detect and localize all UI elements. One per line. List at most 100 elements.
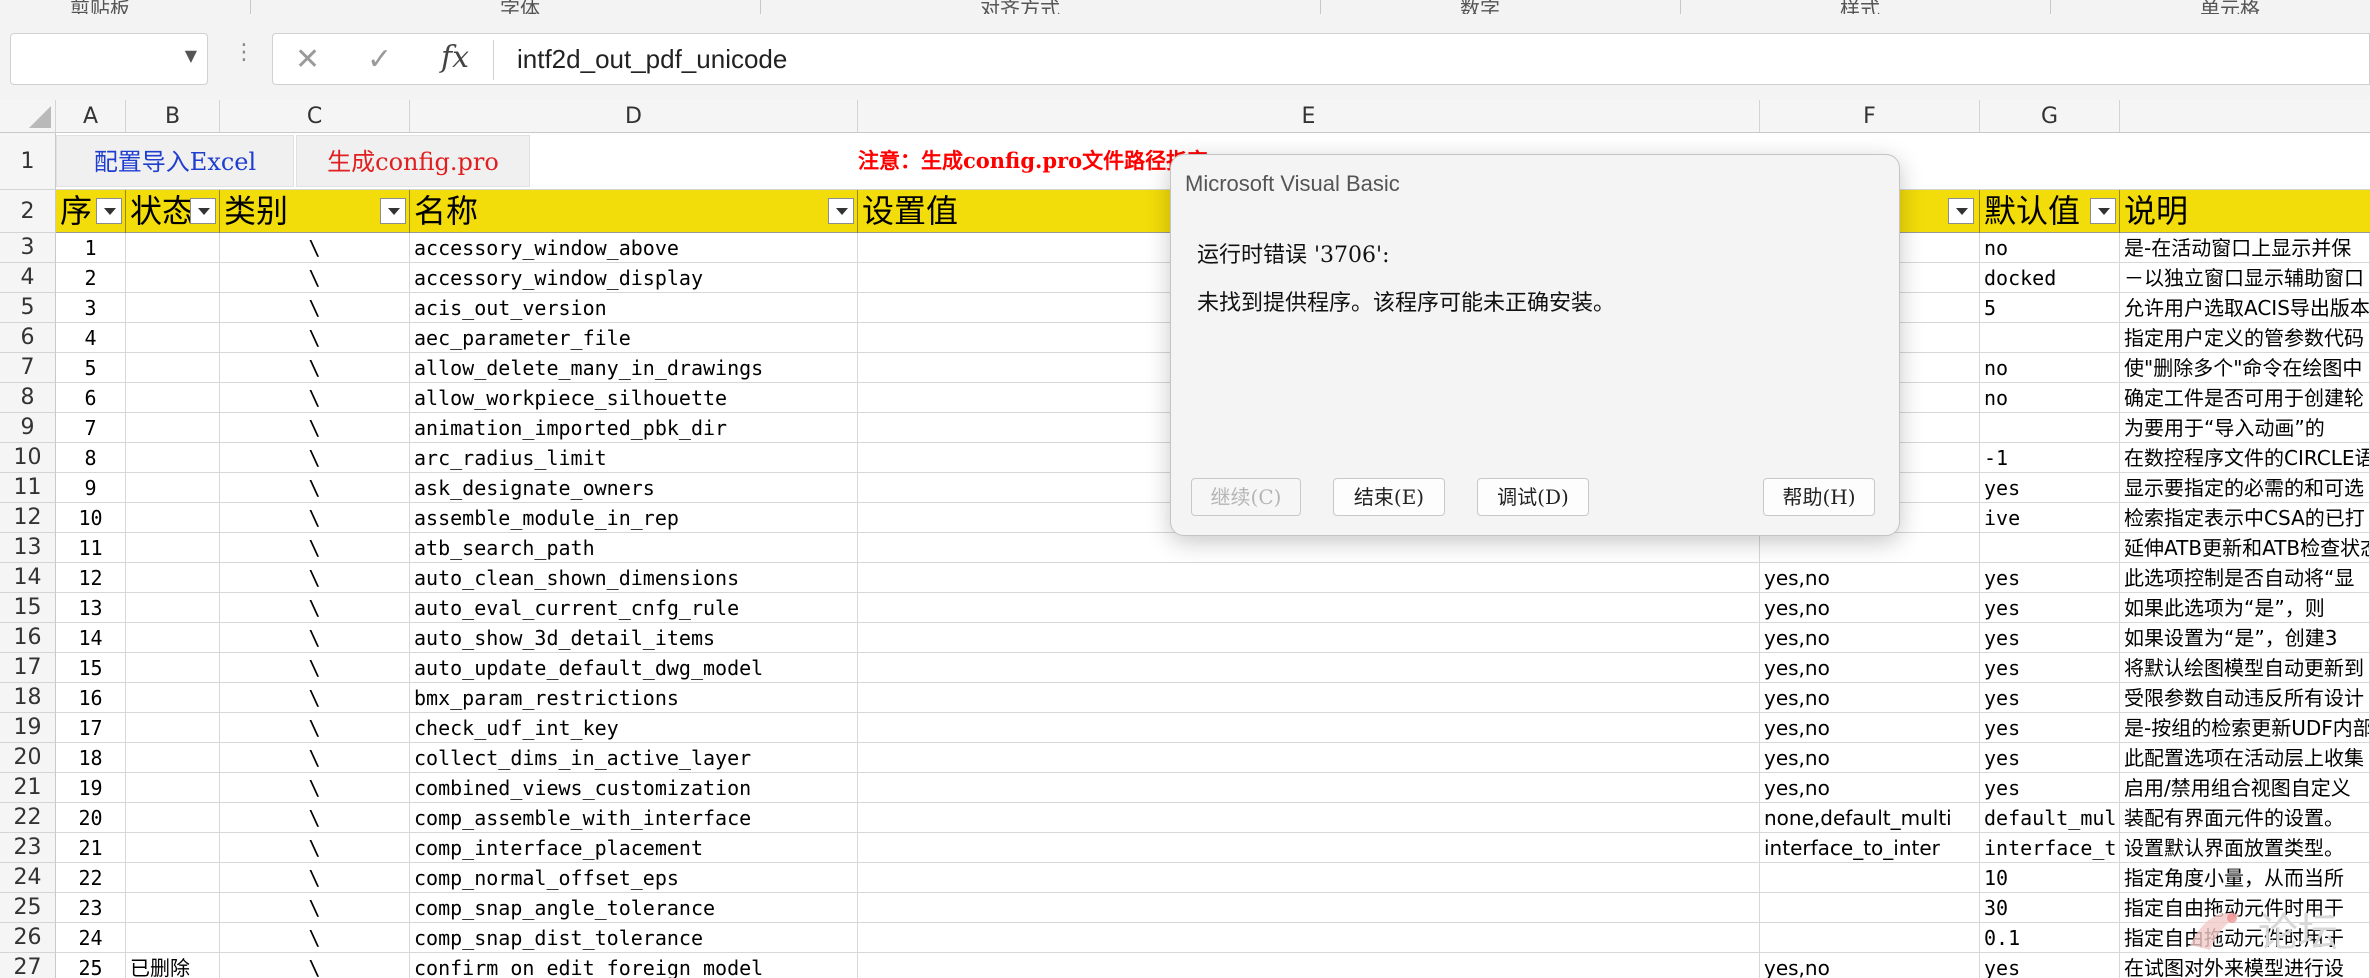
cell-value[interactable] — [858, 593, 1760, 623]
function-icon[interactable]: fx — [441, 40, 469, 75]
cell-status[interactable] — [126, 923, 220, 953]
cell-value[interactable] — [858, 653, 1760, 683]
row-header[interactable]: 15 — [0, 593, 56, 623]
cell-category[interactable]: \ — [220, 473, 410, 503]
cell-name[interactable]: acis_out_version — [410, 293, 858, 323]
cell-status[interactable] — [126, 443, 220, 473]
cell-category[interactable]: \ — [220, 623, 410, 653]
cell-name[interactable]: animation_imported_pbk_dir — [410, 413, 858, 443]
select-all-corner[interactable] — [0, 100, 56, 133]
cell-description[interactable]: 是-按组的检索更新UDF内部 — [2120, 713, 2370, 743]
row-header[interactable]: 13 — [0, 533, 56, 563]
cell-seq[interactable]: 24 — [56, 923, 126, 953]
cell-default[interactable]: -1 — [1980, 443, 2120, 473]
row-header[interactable]: 21 — [0, 773, 56, 803]
cell-options[interactable]: yes,no — [1760, 623, 1980, 653]
cell-description[interactable]: 是-在活动窗口上显示并保 — [2120, 233, 2370, 263]
generate-config-button[interactable]: 生成config.pro — [296, 135, 530, 187]
cell-category[interactable]: \ — [220, 503, 410, 533]
column-header-f[interactable]: F — [1760, 100, 1980, 133]
cell-name[interactable]: comp_snap_dist_tolerance — [410, 923, 858, 953]
cell-status[interactable] — [126, 713, 220, 743]
cell-category[interactable]: \ — [220, 953, 410, 978]
cell-default[interactable] — [1980, 323, 2120, 353]
cell-name[interactable]: aec_parameter_file — [410, 323, 858, 353]
cell-status[interactable] — [126, 233, 220, 263]
row-header[interactable]: 11 — [0, 473, 56, 503]
cell-default[interactable]: no — [1980, 233, 2120, 263]
chevron-down-icon[interactable]: ▼ — [185, 46, 197, 65]
cell-seq[interactable]: 25 — [56, 953, 126, 978]
cell-status[interactable] — [126, 773, 220, 803]
cell-status[interactable] — [126, 593, 220, 623]
cell-options[interactable]: yes,no — [1760, 773, 1980, 803]
cell-seq[interactable]: 19 — [56, 773, 126, 803]
cell-category[interactable]: \ — [220, 353, 410, 383]
cell-status[interactable] — [126, 323, 220, 353]
cell-default[interactable]: yes — [1980, 683, 2120, 713]
row-header[interactable]: 7 — [0, 353, 56, 383]
cell-default[interactable] — [1980, 413, 2120, 443]
cell-description[interactable]: －以独立窗口显示辅助窗口 — [2120, 263, 2370, 293]
cell-name[interactable]: auto_clean_shown_dimensions — [410, 563, 858, 593]
cell-seq[interactable]: 23 — [56, 893, 126, 923]
cell-value[interactable] — [858, 533, 1760, 563]
column-header-b[interactable]: B — [126, 100, 220, 133]
cell-status[interactable] — [126, 743, 220, 773]
cell-description[interactable]: 启用/禁用组合视图自定义 — [2120, 773, 2370, 803]
cell-description[interactable]: 使"删除多个"命令在绘图中 — [2120, 353, 2370, 383]
cell-options[interactable] — [1760, 533, 1980, 563]
cell-category[interactable]: \ — [220, 923, 410, 953]
row-header[interactable]: 27 — [0, 953, 56, 978]
cell-default[interactable]: no — [1980, 353, 2120, 383]
filter-dropdown-icon[interactable] — [828, 198, 854, 224]
cell-seq[interactable]: 7 — [56, 413, 126, 443]
cell-options[interactable]: yes,no — [1760, 683, 1980, 713]
cell-description[interactable]: 允许用户选取ACIS导出版本 — [2120, 293, 2370, 323]
cell-seq[interactable]: 13 — [56, 593, 126, 623]
cell-description[interactable]: 如果此选项为“是”，则 — [2120, 593, 2370, 623]
column-header-h[interactable] — [2120, 100, 2370, 133]
cell-name[interactable]: auto_show_3d_detail_items — [410, 623, 858, 653]
cell-status[interactable] — [126, 503, 220, 533]
cell-name[interactable]: confirm_on_edit_foreign_model — [410, 953, 858, 978]
cell-description[interactable]: 设置默认界面放置类型。 — [2120, 833, 2370, 863]
cell-category[interactable]: \ — [220, 893, 410, 923]
cell-name[interactable]: allow_workpiece_silhouette — [410, 383, 858, 413]
column-header-a[interactable]: A — [56, 100, 126, 133]
cell-name[interactable]: ask_designate_owners — [410, 473, 858, 503]
import-excel-button[interactable]: 配置导入Excel — [56, 135, 294, 187]
cell-value[interactable] — [858, 803, 1760, 833]
row-header[interactable]: 20 — [0, 743, 56, 773]
cell-seq[interactable]: 20 — [56, 803, 126, 833]
cell-status[interactable] — [126, 473, 220, 503]
cell-seq[interactable]: 9 — [56, 473, 126, 503]
cell-description[interactable]: 受限参数自动违反所有设计 — [2120, 683, 2370, 713]
help-button[interactable]: 帮助(H) — [1763, 478, 1875, 516]
cell-description[interactable]: 将默认绘图模型自动更新到 — [2120, 653, 2370, 683]
cell-options[interactable]: yes,no — [1760, 713, 1980, 743]
cell-status[interactable] — [126, 893, 220, 923]
cell-category[interactable]: \ — [220, 683, 410, 713]
cell-default[interactable]: yes — [1980, 713, 2120, 743]
cell-category[interactable]: \ — [220, 233, 410, 263]
cell-default[interactable]: 10 — [1980, 863, 2120, 893]
cell-description[interactable]: 如果设置为“是”，创建3 — [2120, 623, 2370, 653]
row-header[interactable]: 1 — [0, 133, 56, 190]
row-header[interactable]: 14 — [0, 563, 56, 593]
cell-description[interactable]: 确定工件是否可用于创建轮 — [2120, 383, 2370, 413]
vba-error-dialog[interactable]: Microsoft Visual Basic 运行时错误 '3706': 未找到… — [1170, 154, 1900, 536]
cell-category[interactable]: \ — [220, 383, 410, 413]
cell-status[interactable] — [126, 623, 220, 653]
cell-default[interactable]: default_mul — [1980, 803, 2120, 833]
cell-description[interactable]: 为要用于“导入动画”的 — [2120, 413, 2370, 443]
cell-default[interactable]: yes — [1980, 743, 2120, 773]
cell-options[interactable]: yes,no — [1760, 743, 1980, 773]
row-header[interactable]: 26 — [0, 923, 56, 953]
cell-status[interactable] — [126, 263, 220, 293]
cell-description[interactable]: 此选项控制是否自动将“显 — [2120, 563, 2370, 593]
cell-seq[interactable]: 16 — [56, 683, 126, 713]
cell-default[interactable]: ive — [1980, 503, 2120, 533]
cell-seq[interactable]: 17 — [56, 713, 126, 743]
cell-options[interactable] — [1760, 893, 1980, 923]
